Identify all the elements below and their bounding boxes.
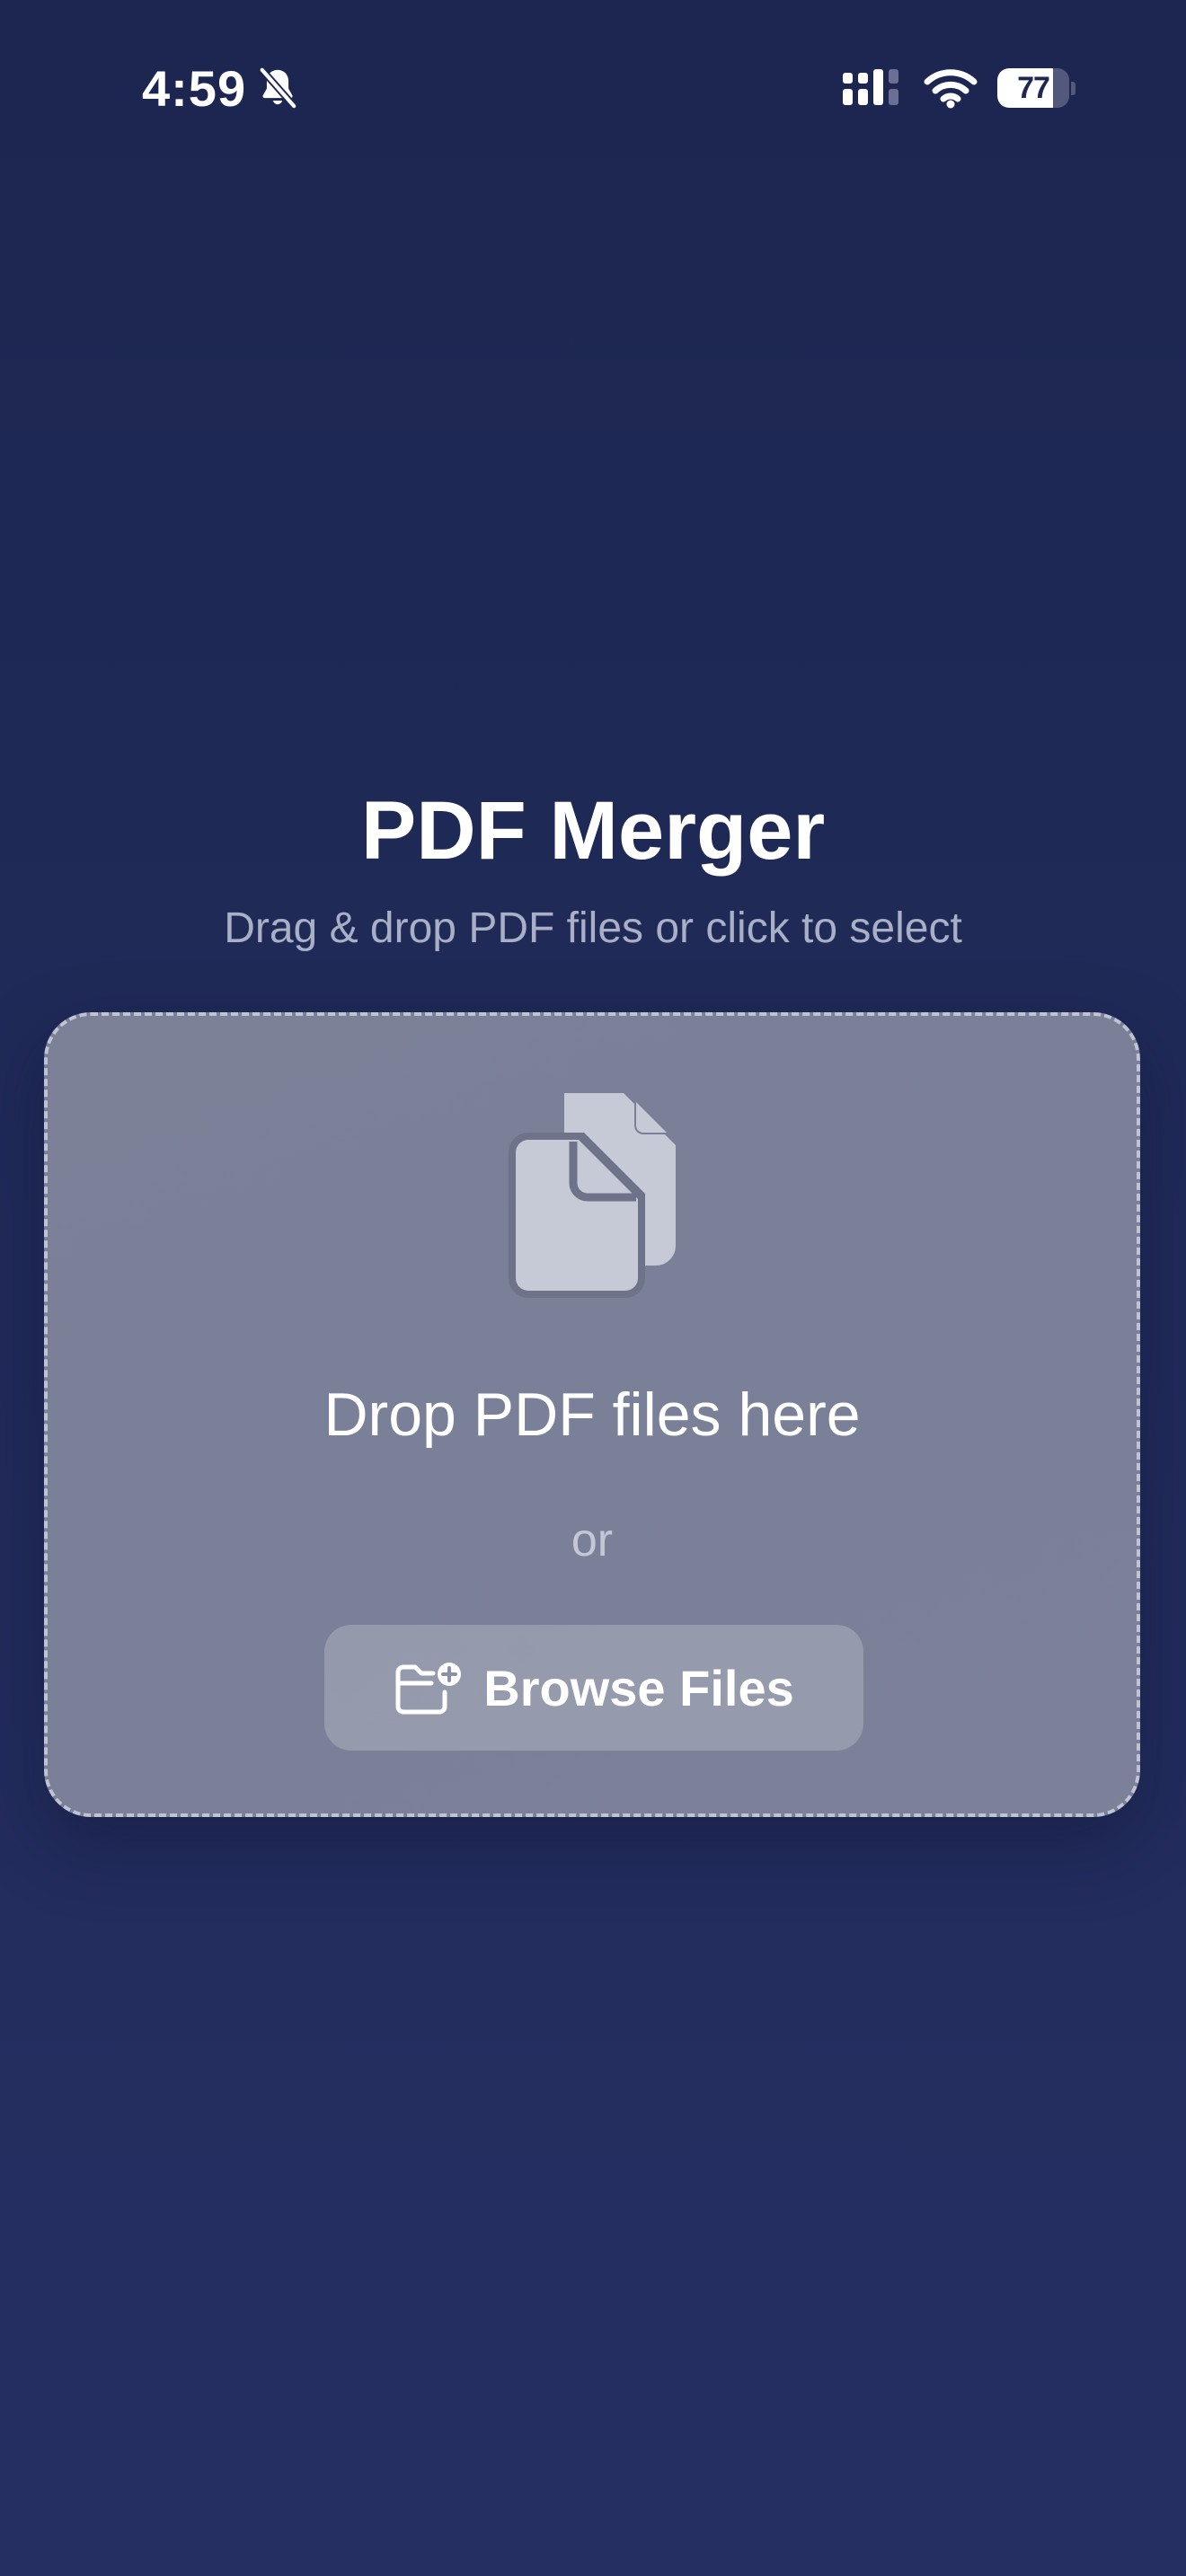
documents-icon bbox=[509, 1093, 676, 1298]
wifi-icon bbox=[924, 69, 978, 109]
browse-files-label: Browse Files bbox=[483, 1659, 794, 1716]
status-time-group: 4:59 bbox=[142, 56, 298, 120]
battery-icon: 77 bbox=[997, 68, 1076, 108]
browse-files-button[interactable]: Browse Files bbox=[324, 1625, 863, 1751]
drop-zone-or-text: or bbox=[571, 1514, 614, 1566]
status-indicators: 77 bbox=[841, 63, 1076, 113]
battery-cap bbox=[1071, 81, 1075, 95]
cellular-signal-icon bbox=[843, 69, 898, 105]
drop-zone[interactable]: Drop PDF files here or Browse Files bbox=[44, 1012, 1140, 1817]
battery-level: 77 bbox=[1017, 70, 1050, 105]
battery-body: 77 bbox=[997, 68, 1069, 108]
status-time: 4:59 bbox=[142, 59, 247, 117]
page-title: PDF Merger bbox=[360, 785, 826, 877]
page-subtitle: Drag & drop PDF files or click to select bbox=[224, 904, 962, 952]
bell-slash-icon bbox=[258, 66, 298, 110]
folder-plus-icon bbox=[395, 1663, 462, 1715]
status-bar: 4:59 77 bbox=[0, 0, 1186, 171]
drop-zone-title: Drop PDF files here bbox=[323, 1381, 861, 1449]
